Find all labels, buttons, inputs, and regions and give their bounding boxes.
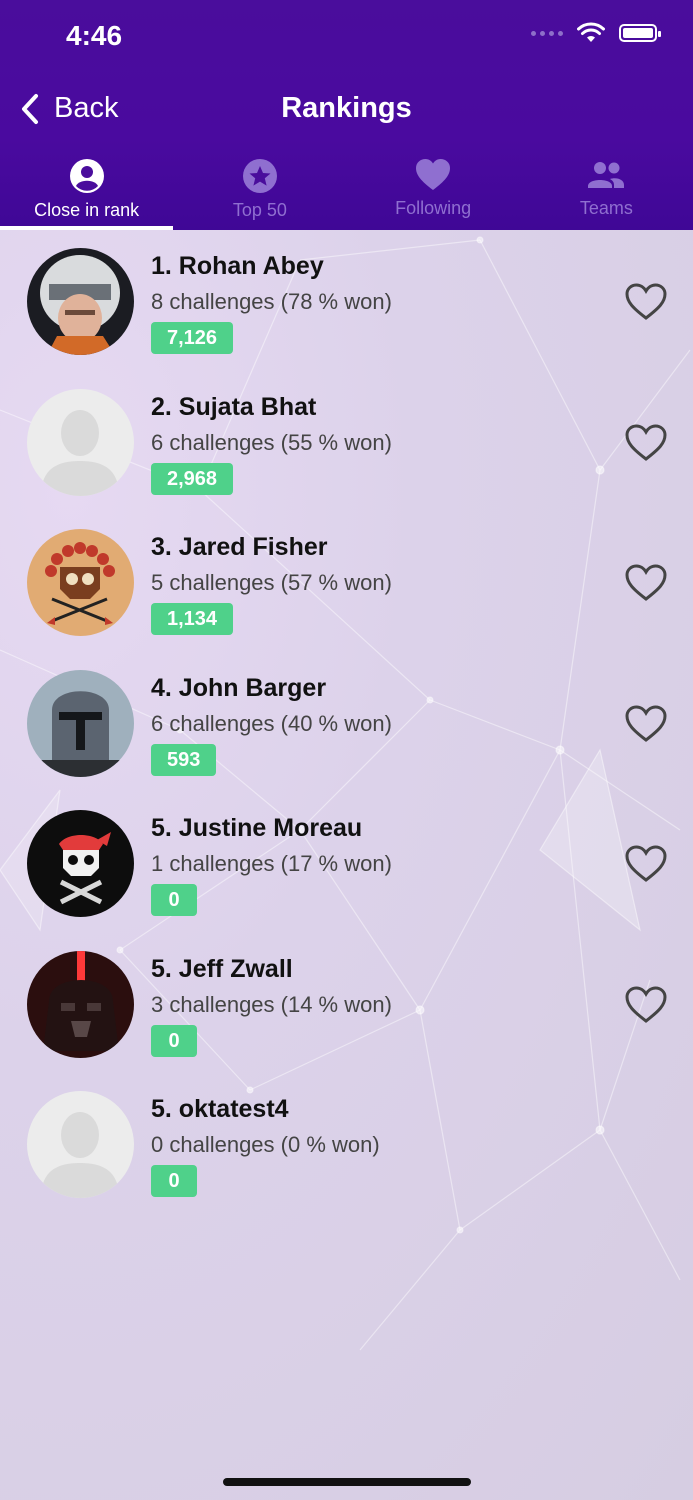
follow-heart-icon[interactable]	[624, 282, 668, 322]
score-badge: 1,134	[151, 603, 234, 635]
player-name: 4. John Barger	[151, 673, 327, 702]
player-stats: 6 challenges (40 % won)	[151, 710, 392, 736]
ranking-row[interactable]: 4. John Barger 6 challenges (40 % won) 5…	[0, 652, 693, 793]
default-user-avatar	[27, 388, 134, 496]
back-label: Back	[54, 92, 119, 124]
rankings-list: 1. Rohan Abey 8 challenges (78 % won) 7,…	[0, 230, 693, 1214]
cellular-signal-icon	[531, 30, 563, 36]
default-user-avatar	[27, 1091, 134, 1198]
player-stats: 8 challenges (78 % won)	[151, 289, 392, 314]
skull-headdress-avatar	[27, 529, 134, 636]
player-stats: 6 challenges (55 % won)	[151, 429, 392, 455]
player-stats: 1 challenges (17 % won)	[151, 851, 392, 876]
tab-following[interactable]: Following	[347, 150, 520, 230]
heart-icon	[416, 159, 451, 190]
tab-close-in-rank[interactable]: Close in rank	[0, 150, 174, 230]
follow-heart-icon[interactable]	[624, 985, 668, 1025]
ranking-row[interactable]: 2. Sujata Bhat 6 challenges (55 % won) 2…	[0, 371, 693, 512]
ranking-row[interactable]: 1. Rohan Abey 8 challenges (78 % won) 7,…	[0, 230, 693, 371]
tab-bar: Close in rank Top 50 Following Teams	[0, 150, 693, 230]
people-icon	[588, 162, 625, 188]
app-header: 4:46 Back Rankings Close in rank Top 50 …	[0, 0, 693, 230]
score-badge: 0	[151, 1165, 197, 1197]
tab-label: Close in rank	[34, 200, 140, 220]
tab-teams[interactable]: Teams	[520, 150, 693, 230]
player-name: 2. Sujata Bhat	[151, 392, 317, 421]
tab-label: Following	[395, 198, 472, 218]
battery-icon	[619, 24, 661, 42]
follow-heart-icon[interactable]	[624, 563, 668, 603]
skull-bandana-avatar	[27, 810, 134, 917]
home-indicator[interactable]	[223, 1478, 471, 1486]
person-circle-icon	[69, 159, 104, 193]
ranking-row[interactable]: 5. Justine Moreau 1 challenges (17 % won…	[0, 792, 693, 933]
player-stats: 3 challenges (14 % won)	[151, 991, 392, 1017]
mandalorian-helmet-avatar	[27, 669, 134, 777]
score-badge: 7,126	[151, 322, 234, 354]
player-stats: 0 challenges (0 % won)	[151, 1132, 380, 1157]
wifi-icon	[577, 22, 605, 42]
follow-heart-icon[interactable]	[624, 704, 668, 744]
status-time: 4:46	[66, 20, 123, 51]
score-badge: 0	[151, 1024, 197, 1057]
vader-helmet-avatar	[27, 950, 134, 1058]
chevron-left-icon	[22, 93, 38, 124]
player-name: 5. Justine Moreau	[151, 814, 363, 842]
player-stats: 5 challenges (57 % won)	[151, 570, 392, 595]
score-badge: 0	[151, 884, 197, 916]
follow-heart-icon[interactable]	[624, 844, 668, 884]
score-badge: 2,968	[151, 462, 234, 495]
ranking-row[interactable]: 5. Jeff Zwall 3 challenges (14 % won) 0	[0, 933, 693, 1074]
star-circle-icon	[242, 159, 277, 193]
follow-heart-icon[interactable]	[624, 423, 668, 463]
tab-label: Top 50	[232, 200, 287, 220]
pilot-helmet-avatar	[27, 248, 134, 355]
player-name: 5. oktatest4	[151, 1095, 289, 1123]
status-icons	[531, 22, 661, 44]
score-badge: 593	[151, 743, 217, 776]
player-name: 1. Rohan Abey	[151, 252, 324, 280]
ranking-row[interactable]: 5. oktatest4 0 challenges (0 % won) 0	[0, 1073, 693, 1214]
tab-top-50[interactable]: Top 50	[173, 150, 346, 230]
player-name: 5. Jeff Zwall	[151, 954, 293, 983]
back-button[interactable]: Back	[20, 92, 118, 125]
ranking-row[interactable]: 3. Jared Fisher 5 challenges (57 % won) …	[0, 511, 693, 652]
tab-label: Teams	[579, 198, 633, 218]
player-name: 3. Jared Fisher	[151, 533, 328, 561]
